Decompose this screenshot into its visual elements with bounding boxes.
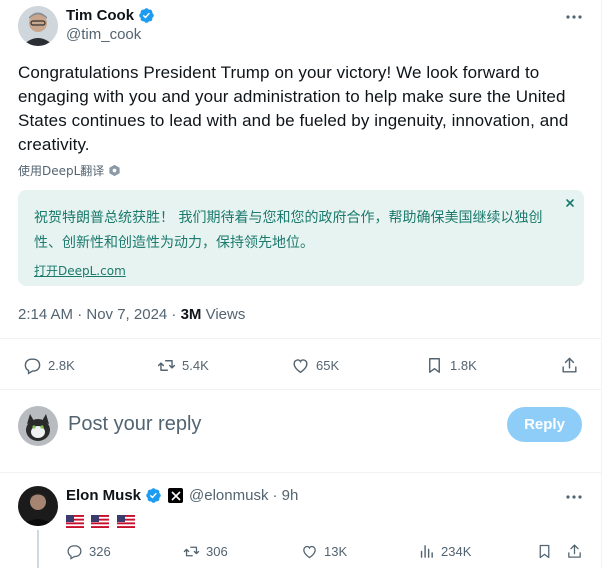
bookmark-count: 1.8K	[450, 358, 477, 373]
bookmark-icon	[539, 544, 550, 559]
reply-author-name[interactable]: Elon Musk	[66, 487, 141, 504]
us-flag-icon	[116, 515, 135, 529]
reply-count: 326	[89, 544, 111, 559]
reply-time[interactable]: · 9h	[272, 487, 298, 504]
repost-count: 306	[206, 544, 228, 559]
x-affiliate-icon[interactable]	[168, 488, 184, 503]
reply-author-avatar[interactable]	[18, 486, 58, 526]
reply-action[interactable]: 2.8K	[23, 356, 75, 375]
reply-icon	[24, 358, 41, 375]
author-info: Tim Cook @tim_cook	[66, 7, 155, 43]
divider	[0, 389, 601, 390]
reply-input[interactable]: Post your reply	[68, 413, 201, 436]
reply-count: 2.8K	[48, 358, 75, 373]
deepl-icon	[109, 164, 120, 177]
bookmark-icon	[429, 358, 440, 373]
tweet-meta: 2:14 AM · Nov 7, 2024 · 3M Views	[18, 306, 245, 323]
reply-text	[66, 513, 138, 531]
like-action[interactable]: 65K	[291, 356, 339, 375]
verified-badge-icon[interactable]	[145, 487, 162, 504]
heart-icon	[303, 545, 316, 559]
verified-badge-icon[interactable]	[138, 7, 155, 24]
tweet-text: Congratulations President Trump on your …	[18, 63, 569, 154]
reply-button[interactable]: Reply	[507, 407, 582, 442]
reply-action[interactable]: 326	[66, 543, 111, 560]
repost-action[interactable]: 5.4K	[157, 356, 209, 375]
like-count: 13K	[324, 544, 348, 559]
tweet-detail-view: Tim Cook @tim_cook Congratulations Presi…	[0, 0, 602, 568]
like-action[interactable]: 13K	[301, 543, 347, 560]
translate-label: 使用DeepL翻译	[18, 164, 105, 178]
repost-icon	[183, 546, 200, 557]
divider	[0, 472, 601, 473]
user-avatar[interactable]	[18, 406, 58, 446]
views-count: 3M	[180, 306, 202, 323]
us-flag-icon	[91, 515, 110, 529]
views-chart-icon	[420, 545, 433, 558]
translation-panel: 祝贺特朗普总统获胜！ 我们期待着与您和您的政府合作，帮助确保美国继续以独创性、创…	[18, 190, 584, 286]
translation-text: 祝贺特朗普总统获胜！ 我们期待着与您和您的政府合作，帮助确保美国继续以独创性、创…	[34, 210, 543, 251]
views-action[interactable]: 234K	[418, 543, 471, 560]
repost-action[interactable]: 306	[183, 543, 228, 560]
reply-header: Elon Musk @elonmusk · 9h	[66, 487, 298, 504]
open-deepl-link[interactable]: 打开DeepL.com	[34, 262, 126, 279]
translate-link[interactable]: 使用DeepL翻译	[18, 162, 121, 179]
us-flag-icon	[66, 515, 84, 529]
divider	[0, 338, 601, 339]
views-label: Views	[201, 306, 246, 323]
reply-icon	[67, 545, 82, 560]
timestamp[interactable]: 2:14 AM · Nov 7, 2024 ·	[18, 306, 181, 323]
share-icon	[568, 544, 581, 558]
reply-author-handle[interactable]: @elonmusk	[189, 487, 268, 504]
repost-icon	[157, 360, 176, 371]
repost-count: 5.4K	[182, 358, 209, 373]
like-count: 65K	[316, 358, 340, 373]
author-handle[interactable]: @tim_cook	[66, 26, 155, 43]
bookmark-action[interactable]: 1.8K	[425, 356, 477, 375]
more-options-icon[interactable]	[564, 490, 584, 504]
thread-line	[37, 530, 39, 568]
share-icon	[562, 357, 577, 373]
heart-icon	[293, 359, 308, 374]
views-count: 234K	[441, 544, 472, 559]
share-action[interactable]	[566, 543, 583, 560]
bookmark-action[interactable]	[536, 543, 553, 560]
more-options-icon[interactable]	[564, 10, 584, 24]
author-name[interactable]: Tim Cook	[66, 7, 134, 24]
author-avatar[interactable]	[18, 6, 58, 46]
share-action[interactable]	[560, 356, 579, 375]
